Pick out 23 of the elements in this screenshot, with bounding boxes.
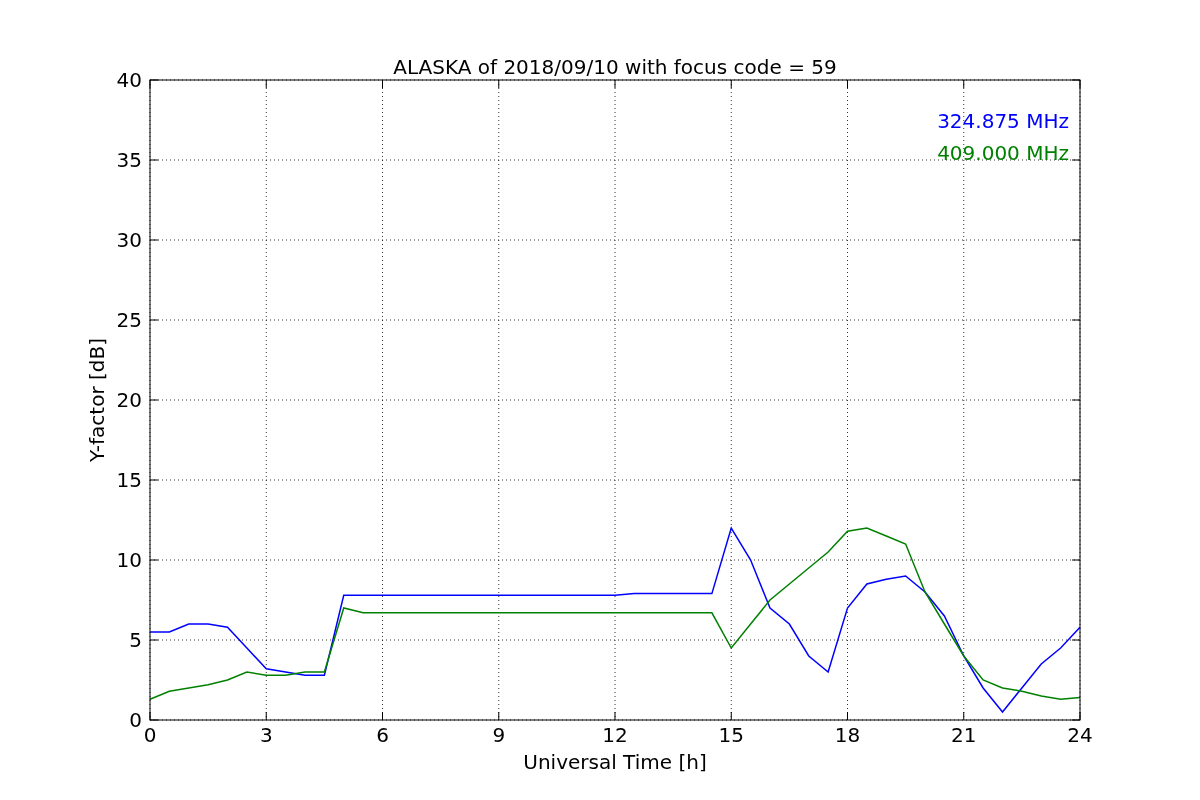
x-tick-label: 24 bbox=[1067, 723, 1093, 747]
y-tick-label: 30 bbox=[116, 228, 142, 252]
x-tick-label: 21 bbox=[951, 723, 977, 747]
y-tick-label: 20 bbox=[116, 388, 142, 412]
x-tick-label: 6 bbox=[376, 723, 389, 747]
x-tick-label: 15 bbox=[718, 723, 744, 747]
x-tick-label: 9 bbox=[492, 723, 506, 747]
y-tick-label: 5 bbox=[129, 628, 142, 652]
x-tick-label: 18 bbox=[834, 723, 861, 747]
x-tick-label: 0 bbox=[143, 723, 157, 747]
y-tick-label: 0 bbox=[129, 708, 142, 732]
x-tick-label: 3 bbox=[259, 723, 273, 747]
y-axis-label: Y-factor [dB] bbox=[85, 338, 109, 462]
x-tick-label: 12 bbox=[602, 723, 628, 747]
y-tick-label: 25 bbox=[116, 308, 142, 332]
y-tick-label: 15 bbox=[116, 468, 142, 492]
y-tick-label: 35 bbox=[116, 148, 142, 172]
legend-label: 409.000 MHz bbox=[937, 141, 1069, 165]
y-tick-label: 40 bbox=[116, 68, 142, 92]
chart-title: ALASKA of 2018/09/10 with focus code = 59 bbox=[393, 55, 837, 79]
legend-label: 324.875 MHz bbox=[937, 109, 1069, 133]
x-axis-label: Universal Time [h] bbox=[523, 750, 707, 774]
y-tick-label: 10 bbox=[116, 548, 142, 572]
